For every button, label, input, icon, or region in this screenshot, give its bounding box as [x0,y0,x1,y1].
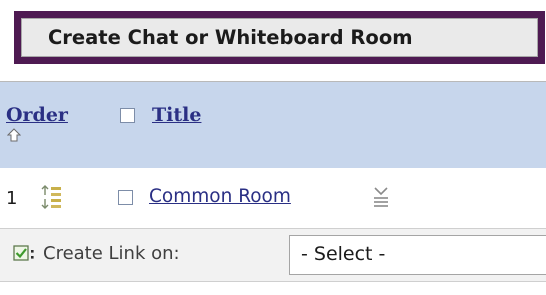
table-header: Order Title [0,82,546,168]
sort-ascending-icon [7,128,21,142]
table-row: 1 Common Room [0,168,546,228]
row-order-number: 1 [6,188,18,209]
room-title-link[interactable]: Common Room [149,186,291,207]
create-link-label: Create Link on: [43,243,180,264]
check-all-icon[interactable] [13,245,35,263]
rooms-table: Order Title 1 Common Room Create Link on… [0,81,546,282]
page: Create Chat or Whiteboard Room Order Tit… [0,0,546,295]
select-all-checkbox[interactable] [120,108,135,123]
bulk-actions-bar: Create Link on: - Select - [0,228,546,282]
create-room-button[interactable]: Create Chat or Whiteboard Room [21,18,538,57]
row-checkbox[interactable] [118,190,133,205]
create-link-location-select[interactable]: - Select - [289,235,546,275]
order-column-sort-link[interactable]: Order [6,104,68,126]
reorder-handle-icon[interactable] [39,184,63,210]
create-room-button-frame: Create Chat or Whiteboard Room [14,11,545,64]
item-actions-menu-icon[interactable] [372,186,390,208]
title-column-sort-link[interactable]: Title [152,104,201,126]
